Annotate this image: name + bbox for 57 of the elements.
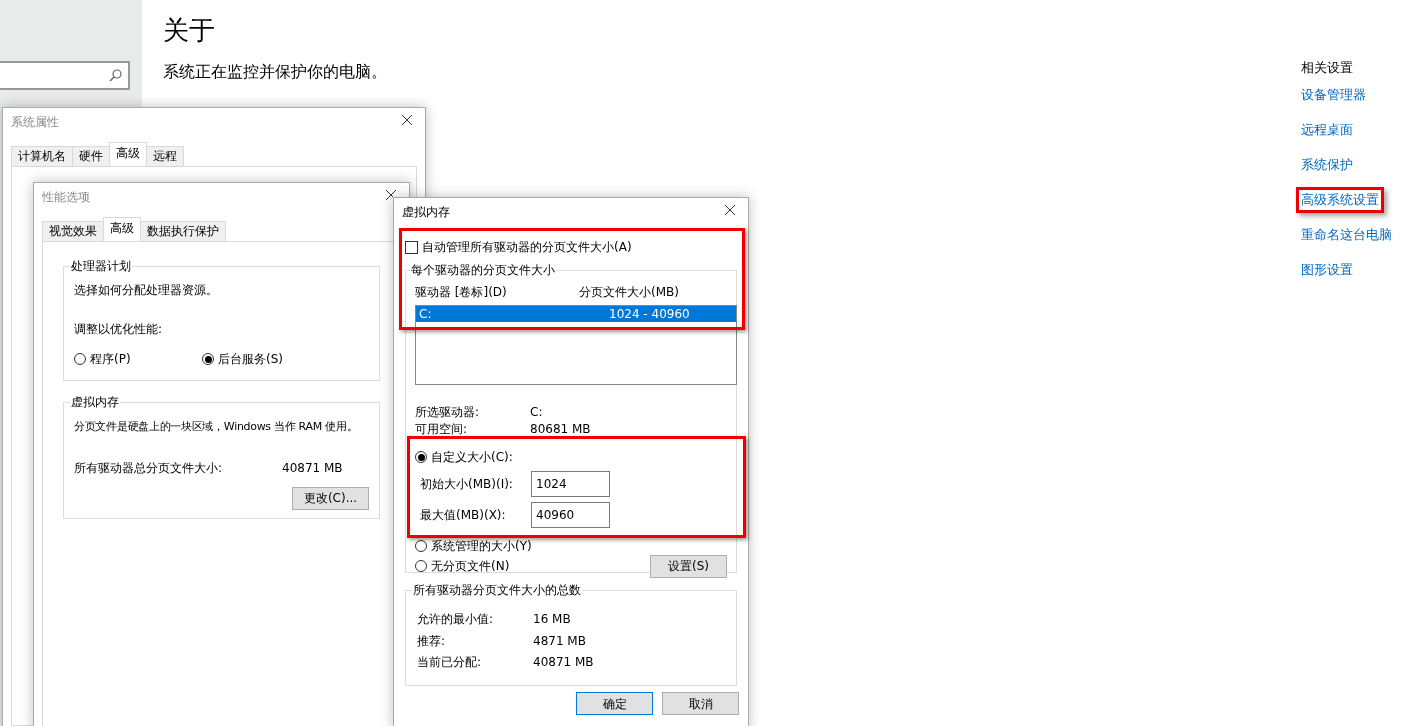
- description-text: 选择如何分配处理器资源。: [74, 282, 219, 299]
- field-label: 最大值(MB)(X):: [420, 507, 507, 524]
- field-label: 推荐:: [417, 632, 447, 650]
- tab[interactable]: 远程: [146, 146, 184, 166]
- search-field[interactable]: [0, 61, 130, 90]
- table-cell-text: C:: [419, 306, 433, 322]
- field-label: 所选驱动器:: [415, 404, 481, 421]
- field-value: 40871 MB: [533, 654, 594, 671]
- field-label: 当前已分配:: [417, 654, 483, 671]
- related-link[interactable]: 设备管理器: [1296, 81, 1371, 108]
- radio-option[interactable]: 无分页文件(N): [415, 557, 510, 575]
- group-title: 处理器计划: [70, 259, 132, 273]
- page-title: 关于: [163, 14, 216, 47]
- field-label: 允许的最小值:: [417, 611, 495, 628]
- related-link[interactable]: 系统保护: [1296, 151, 1358, 178]
- field-label: 调整以优化性能:: [74, 321, 164, 338]
- cancel-button[interactable]: 取消: [662, 692, 739, 715]
- field-value: 4871 MB: [533, 632, 586, 650]
- description-text: 分页文件是硬盘上的一块区域，Windows 当作 RAM 使用。: [74, 419, 358, 435]
- field-value: 40871 MB: [282, 459, 343, 477]
- checkbox[interactable]: 自动管理所有驱动器的分页文件大小(A): [405, 238, 737, 256]
- group-title: 所有驱动器分页文件大小的总数: [412, 583, 582, 597]
- radio-option[interactable]: 后台服务(S): [202, 350, 283, 368]
- group-title: 每个驱动器的分页文件大小: [410, 263, 556, 277]
- field-label: 初始大小(MB)(I):: [420, 476, 514, 493]
- change-button[interactable]: 更改(C)...: [292, 486, 369, 510]
- field-value: 16 MB: [533, 611, 571, 628]
- radio-option[interactable]: 自定义大小(C):: [415, 448, 736, 466]
- tab[interactable]: 计算机名: [11, 146, 73, 166]
- search-icon: [109, 69, 122, 82]
- related-link[interactable]: 图形设置: [1296, 256, 1358, 283]
- field-value: C:: [530, 404, 543, 421]
- group-title: 虚拟内存: [70, 395, 120, 409]
- radio-option[interactable]: 程序(P): [74, 350, 202, 368]
- window-title: 性能选项: [42, 189, 90, 206]
- related-link[interactable]: 重命名这台电脑: [1296, 221, 1397, 248]
- input-field[interactable]: 40960: [531, 502, 610, 528]
- status-text: 系统正在监控并保护你的电脑。: [163, 60, 387, 83]
- radio-option[interactable]: 系统管理的大小(Y): [415, 537, 532, 555]
- column-header: 分页文件大小(MB): [579, 284, 679, 301]
- related-link[interactable]: 远程桌面: [1296, 116, 1358, 143]
- window-title: 系统属性: [11, 114, 59, 131]
- window-title: 虚拟内存: [402, 204, 450, 221]
- tab[interactable]: 硬件: [72, 146, 110, 166]
- tab[interactable]: 数据执行保护: [140, 221, 226, 241]
- input-field[interactable]: 1024: [531, 471, 610, 497]
- section-heading: 相关设置: [1301, 59, 1353, 77]
- table-cell: 1024 - 40960: [609, 306, 690, 322]
- field-value: 80681 MB: [530, 421, 591, 438]
- column-header: 驱动器 [卷标](D): [415, 284, 508, 301]
- list-row[interactable]: C: 1024 - 40960: [416, 306, 736, 322]
- field-label: 可用空间:: [415, 421, 469, 438]
- set-button[interactable]: 设置(S): [650, 554, 727, 578]
- ok-button[interactable]: 确定: [576, 692, 653, 715]
- field-label: 所有驱动器总分页文件大小:: [74, 459, 224, 477]
- tab[interactable]: 视觉效果: [42, 221, 104, 241]
- related-link[interactable]: 高级系统设置: [1296, 186, 1384, 213]
